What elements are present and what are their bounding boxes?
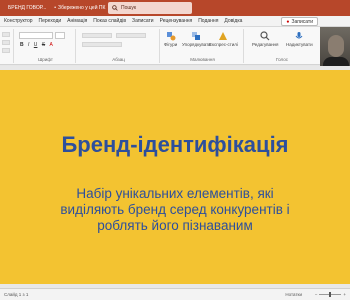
voice-group-label: Голос [276, 57, 288, 62]
slide-subtitle[interactable]: Набір унікальних елементів, які виділяют… [60, 186, 290, 234]
document-title[interactable]: БРЕНД ГОВОР... [8, 5, 46, 11]
font-family-select[interactable] [19, 32, 53, 39]
search-icon [112, 5, 118, 11]
font-group-label: Шрифт [38, 57, 53, 62]
microphone-icon [294, 31, 304, 41]
strikethrough-button[interactable]: S [42, 42, 45, 48]
arrange-button[interactable]: Упорядкувати [182, 31, 211, 47]
tab-help[interactable]: Довідка [224, 18, 242, 24]
font-size-select[interactable] [55, 32, 65, 39]
quick-styles-label: Експрес-стилі [209, 42, 238, 47]
editing-label: Редагування [252, 42, 279, 47]
align-buttons[interactable] [82, 42, 122, 47]
record-icon: ● [286, 18, 290, 25]
ribbon-group-font: B I U S A Шрифт [16, 29, 76, 63]
tab-review[interactable]: Рецензування [160, 18, 193, 24]
search-placeholder: Пошук [121, 5, 137, 11]
zoom-out-icon[interactable]: − [315, 292, 318, 297]
slide-title[interactable]: Бренд-ідентифікація [0, 132, 350, 158]
dictate-button[interactable]: Надиктувати [286, 31, 313, 47]
title-bar: БРЕНД ГОВОР... • Збережено у цей ПК ⌄ По… [0, 0, 350, 16]
bullets-button[interactable] [82, 33, 112, 38]
zoom-in-icon[interactable]: + [343, 292, 346, 297]
editing-button[interactable]: Редагування [252, 31, 278, 47]
slide-stage: Бренд-ідентифікація Набір унікальних еле… [0, 66, 350, 288]
dot-icon: • [54, 5, 57, 11]
ribbon-tabs: Конструктор Переходи Анімація Показ слай… [0, 16, 350, 27]
paragraph-group-label: Абзац [112, 57, 125, 62]
shapes-button[interactable]: Фігури [164, 31, 177, 47]
underline-button[interactable]: U [34, 42, 38, 48]
slide-counter: Слайд 1 з 1 [4, 292, 29, 297]
record-button[interactable]: ● Записати [281, 17, 318, 26]
slide[interactable]: Бренд-ідентифікація Набір унікальних еле… [0, 70, 350, 284]
ribbon-group-voice: Редагування Надиктувати Голос [246, 29, 318, 63]
shapes-icon [166, 31, 176, 41]
layout-button[interactable] [2, 32, 10, 37]
record-label: Записати [291, 18, 313, 25]
reset-button[interactable] [2, 40, 10, 45]
magnifier-icon [260, 31, 270, 41]
status-bar: Слайд 1 з 1 Нотатки − + [0, 288, 350, 300]
arrange-label: Упорядкувати [182, 42, 211, 47]
search-input[interactable]: Пошук [108, 2, 192, 14]
tab-record[interactable]: Записати [132, 18, 154, 24]
bold-button[interactable]: B [20, 42, 24, 48]
italic-button[interactable]: I [28, 42, 29, 48]
ribbon: B I U S A Шрифт Абзац Фігури Упорядкуват… [0, 27, 350, 65]
dictate-label: Надиктувати [286, 42, 313, 47]
format-row: B I U S A [20, 42, 56, 48]
tab-animations[interactable]: Анімація [67, 18, 87, 24]
tab-design[interactable]: Конструктор [4, 18, 33, 24]
zoom-slider[interactable] [319, 292, 342, 297]
webcam-head [328, 35, 344, 57]
font-color-button[interactable]: A [50, 42, 53, 48]
tab-slideshow[interactable]: Показ слайдів [93, 18, 126, 24]
indent-button[interactable] [116, 33, 146, 38]
powerpoint-window: БРЕНД ГОВОР... • Збережено у цей ПК ⌄ По… [0, 0, 350, 300]
save-status-label: Збережено у цей ПК [58, 5, 106, 11]
save-status[interactable]: • Збережено у цей ПК ⌄ [54, 5, 111, 11]
shapes-label: Фігури [164, 42, 178, 47]
zoom-control[interactable]: − + [315, 292, 346, 297]
ribbon-group-paragraph: Абзац [78, 29, 160, 63]
ribbon-group-drawing: Фігури Упорядкувати Експрес-стилі Малюва… [162, 29, 244, 63]
notes-button[interactable]: Нотатки [285, 292, 302, 297]
tab-view[interactable]: Подання [198, 18, 218, 24]
ribbon-group-left [0, 29, 14, 63]
quick-styles-icon [218, 31, 228, 41]
tab-transitions[interactable]: Переходи [39, 18, 62, 24]
section-button[interactable] [2, 48, 10, 53]
drawing-group-label: Малювання [190, 57, 215, 62]
arrange-icon [191, 31, 201, 41]
quick-styles-button[interactable]: Експрес-стилі [209, 31, 238, 47]
